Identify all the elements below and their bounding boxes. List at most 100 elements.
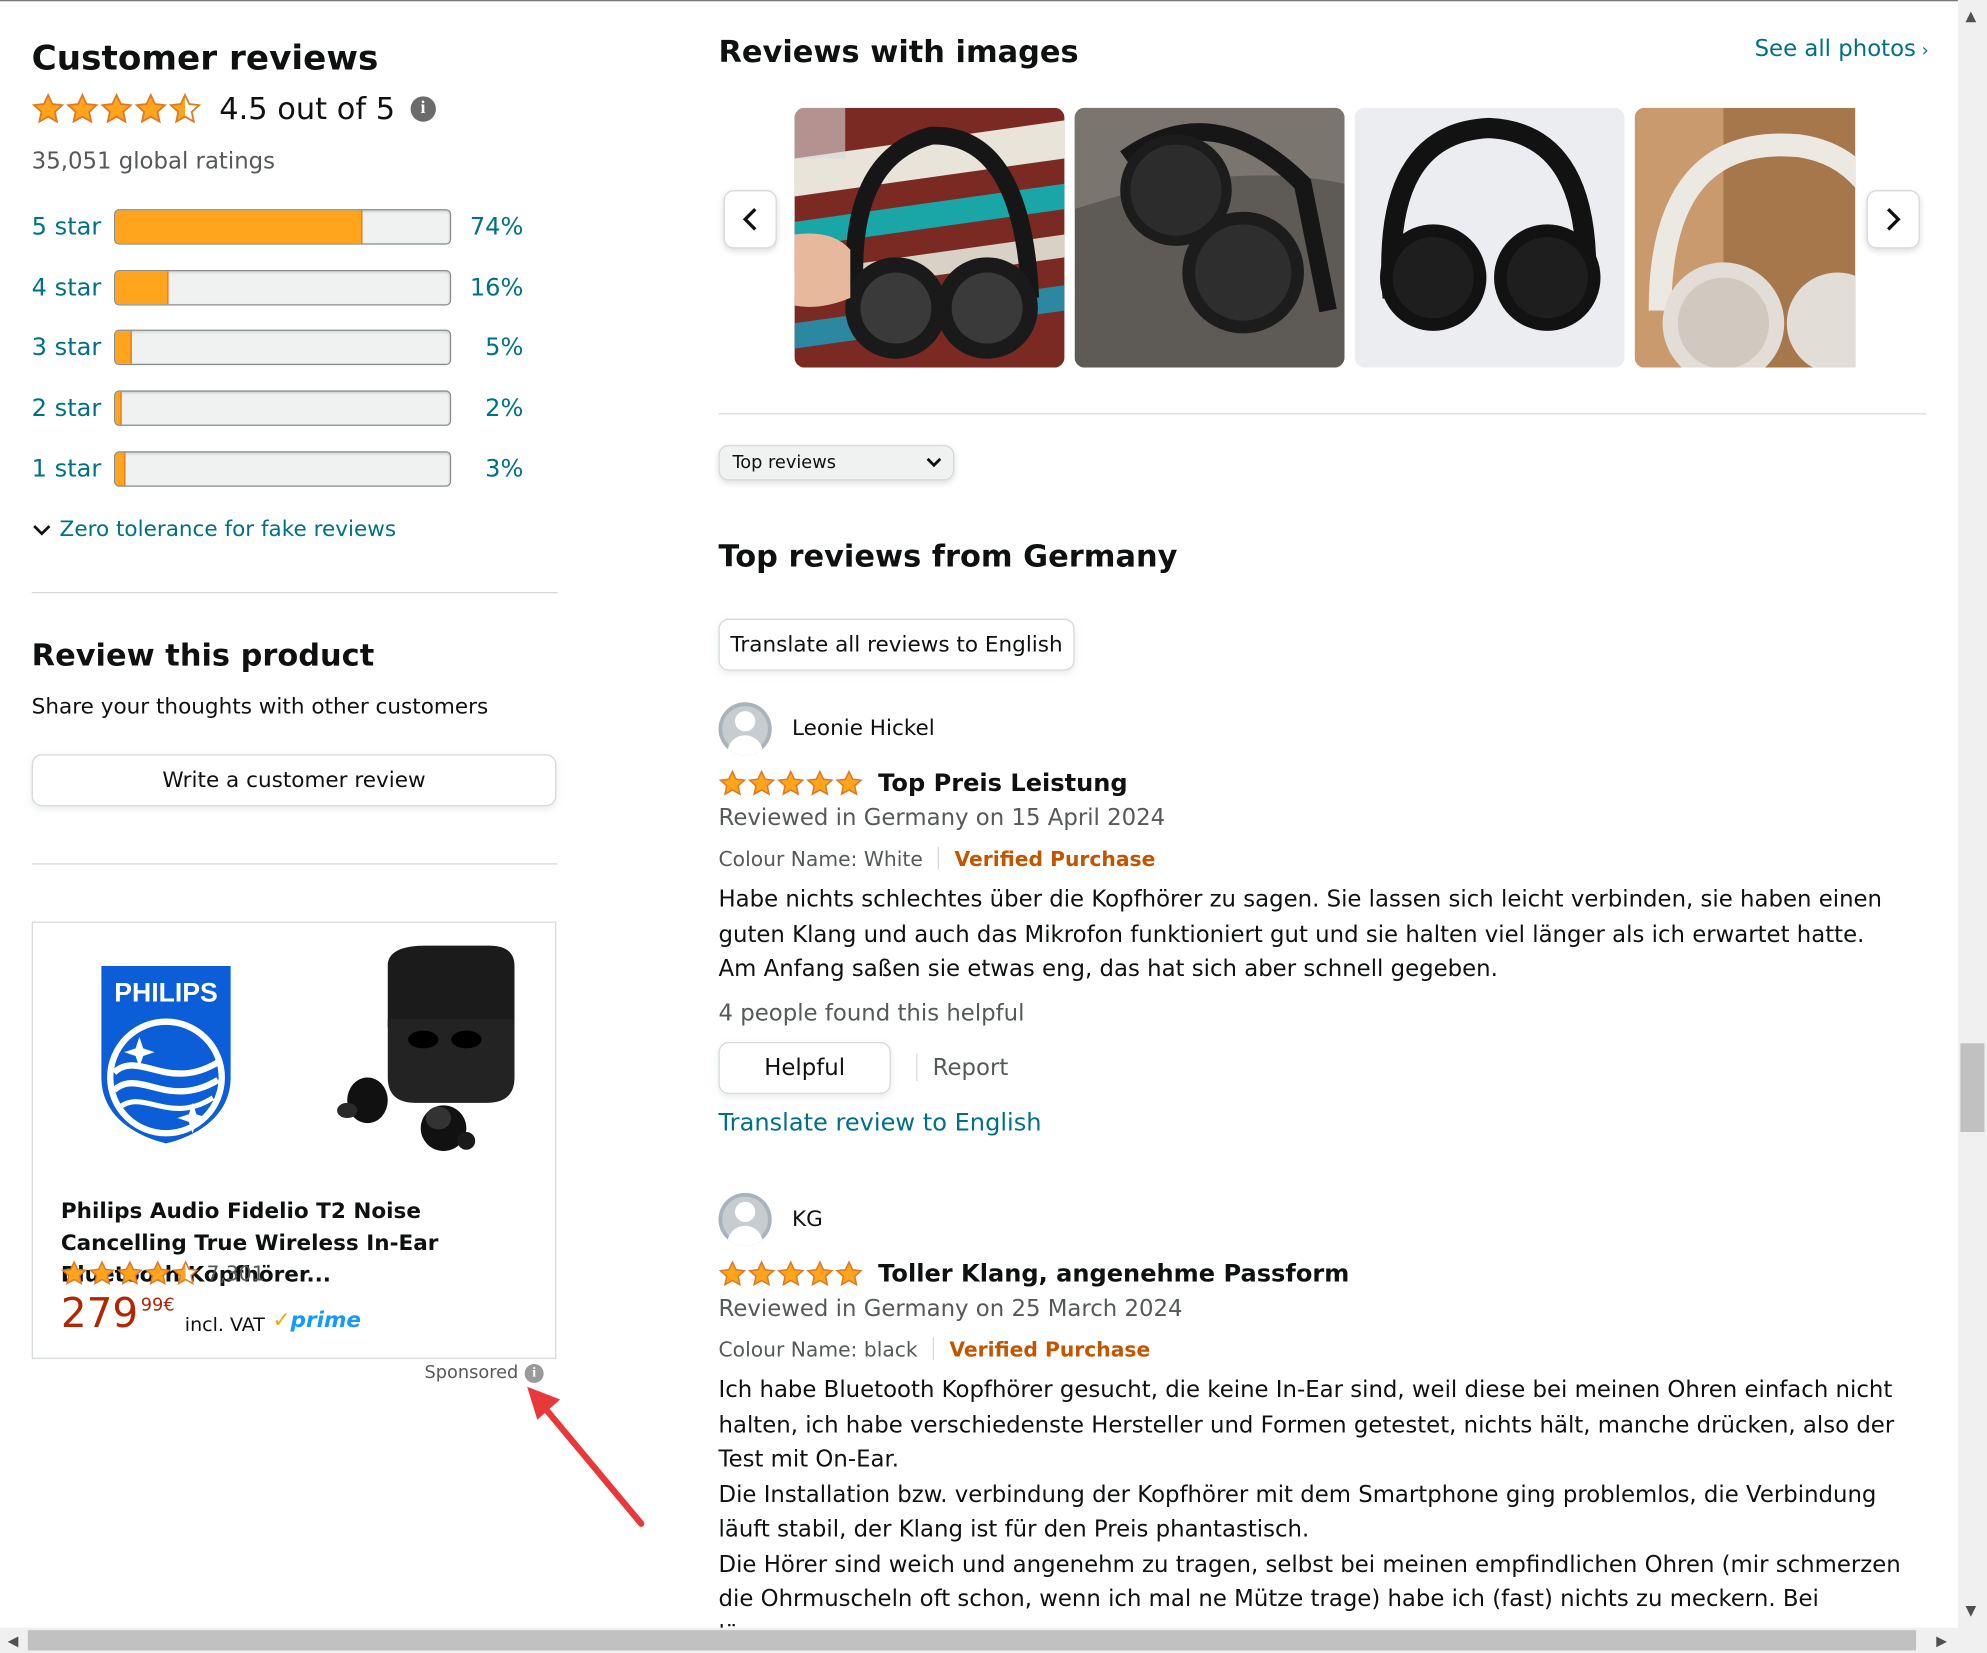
ad-rating-count[interactable]: 7,301	[207, 1261, 265, 1285]
review-image-thumbnail[interactable]	[1634, 107, 1856, 368]
histogram-row[interactable]: 5 star 74%	[32, 208, 539, 246]
star-icon	[66, 92, 99, 124]
histogram-percent[interactable]: 74%	[451, 213, 524, 241]
histogram-percent[interactable]: 5%	[451, 334, 523, 362]
star-icon	[116, 1260, 143, 1285]
average-rating-row[interactable]: 4.5 out of 5 i	[31, 89, 436, 130]
carousel-next-button[interactable]	[1866, 190, 1920, 249]
review-image-thumbnail[interactable]	[1074, 107, 1345, 368]
scroll-right-arrow-icon[interactable]: ▶	[1936, 1633, 1947, 1649]
histogram-bar[interactable]	[114, 269, 452, 306]
star-icon	[61, 1260, 88, 1285]
histogram-row[interactable]: 4 star 16%	[32, 268, 539, 306]
avatar[interactable]	[718, 702, 772, 756]
star-icon	[100, 92, 133, 124]
histogram-percent[interactable]: 3%	[451, 455, 523, 483]
chevron-down-icon	[33, 525, 51, 536]
review-stars-icon[interactable]	[718, 769, 863, 797]
translate-all-button[interactable]: Translate all reviews to English	[718, 618, 1075, 671]
histogram-bar[interactable]	[114, 209, 452, 245]
prime-badge: ✓prime	[272, 1308, 361, 1333]
see-all-photos-label[interactable]: See all photos	[1755, 35, 1916, 62]
review-paragraph: Habe nichts schlechtes über die Kopfhöre…	[718, 886, 1883, 948]
review-image-thumbnail[interactable]	[794, 107, 1065, 368]
see-all-photos-link[interactable]: See all photos ›	[1755, 35, 1929, 62]
verified-purchase-badge[interactable]: Verified Purchase	[949, 1337, 1150, 1361]
star-icon	[835, 1260, 863, 1287]
avatar[interactable]	[718, 1192, 772, 1247]
annotation-arrow-icon	[527, 1386, 645, 1527]
review-paragraph: Ich habe Bluetooth Kopfhörer gesucht, di…	[718, 1376, 1895, 1473]
star-icon	[747, 1260, 776, 1287]
histogram-bar[interactable]	[114, 390, 452, 427]
report-link[interactable]: Report	[933, 1054, 1009, 1081]
star-icon	[31, 92, 65, 124]
prime-check-icon: ✓	[272, 1308, 291, 1334]
histogram-star-label[interactable]: 1 star	[32, 455, 114, 483]
review-date: Reviewed in Germany on 25 March 2024	[718, 1295, 1183, 1323]
zero-tolerance-toggle[interactable]: Zero tolerance for fake reviews	[32, 517, 396, 543]
scroll-up-arrow-icon[interactable]: ▲	[1965, 8, 1976, 24]
vertical-scrollbar-thumb[interactable]	[1960, 1043, 1985, 1133]
ad-rating[interactable]: 7,301	[61, 1260, 265, 1287]
sponsored-ad-card[interactable]: PHILIPS Philips Audio Fidelio T2 Noise C…	[31, 921, 557, 1359]
histogram-row[interactable]: 3 star 5%	[32, 329, 539, 367]
reviews-with-images-heading: Reviews with images	[718, 34, 1079, 70]
scroll-down-arrow-icon[interactable]: ▼	[1965, 1602, 1976, 1618]
histogram-percent[interactable]: 16%	[451, 273, 524, 301]
product-earbuds-image[interactable]	[324, 938, 527, 1166]
histogram-star-label[interactable]: 4 star	[32, 273, 114, 301]
review-title[interactable]: Top Preis Leistung	[878, 769, 1127, 797]
review-paragraph: Am Anfang saßen sie etwas eng, das hat s…	[718, 955, 1498, 983]
review-variant[interactable]: Colour Name: black	[719, 1337, 918, 1361]
sort-selected-value: Top reviews	[732, 452, 836, 473]
histogram-bar[interactable]	[114, 451, 452, 487]
star-icon	[777, 769, 805, 796]
top-reviews-heading: Top reviews from Germany	[718, 538, 1178, 575]
review-images-carousel	[794, 107, 1856, 368]
star-icon	[718, 769, 747, 796]
meta-divider	[932, 1337, 935, 1361]
scroll-left-arrow-icon[interactable]: ◀	[8, 1633, 19, 1649]
info-icon[interactable]: i	[410, 96, 436, 122]
customer-reviews-heading: Customer reviews	[31, 39, 379, 79]
review-stars-icon[interactable]	[718, 1260, 863, 1288]
price-currency: €	[163, 1295, 175, 1316]
histogram-star-label[interactable]: 2 star	[32, 394, 114, 422]
histogram-bar-fill	[115, 270, 169, 304]
review-variant[interactable]: Colour Name: White	[719, 846, 923, 870]
review-date: Reviewed in Germany on 15 April 2024	[718, 804, 1166, 832]
histogram-bar[interactable]	[114, 330, 452, 366]
philips-logo[interactable]: PHILIPS	[96, 961, 235, 1145]
carousel-prev-button[interactable]	[723, 190, 777, 249]
philips-logo-text: PHILIPS	[114, 977, 217, 1007]
sort-dropdown[interactable]: Top reviews	[718, 444, 955, 481]
review-product-subtitle: Share your thoughts with other customers	[31, 694, 489, 721]
histogram-percent[interactable]: 2%	[451, 394, 523, 422]
histogram-row[interactable]: 2 star 2%	[32, 389, 539, 427]
histogram-star-label[interactable]: 5 star	[32, 213, 114, 241]
zero-tolerance-link[interactable]: Zero tolerance for fake reviews	[60, 517, 396, 542]
review-author[interactable]: Leonie Hickel	[792, 716, 935, 741]
window-top-border	[0, 0, 1987, 2]
chevron-right-icon	[1886, 207, 1901, 231]
review-product-heading: Review this product	[31, 637, 375, 674]
histogram-row[interactable]: 1 star 3%	[32, 450, 539, 488]
review-author[interactable]: KG	[792, 1207, 823, 1232]
price-fraction: 99€	[141, 1296, 175, 1316]
translate-review-link[interactable]: Translate review to English	[719, 1109, 1929, 1137]
review-title[interactable]: Toller Klang, angenehme Passform	[878, 1260, 1349, 1288]
chevron-right-icon: ›	[1915, 40, 1929, 61]
vertical-scrollbar[interactable]	[1957, 0, 1987, 1628]
verified-purchase-badge[interactable]: Verified Purchase	[954, 846, 1155, 870]
histogram-star-label[interactable]: 3 star	[32, 334, 114, 362]
star-icon	[88, 1260, 116, 1285]
star-icon	[134, 92, 168, 124]
average-rating-text: 4.5 out of 5	[219, 91, 396, 127]
star-icon	[835, 769, 863, 796]
horizontal-scrollbar-thumb[interactable]	[27, 1630, 1917, 1651]
review-image-thumbnail[interactable]	[1354, 107, 1625, 368]
sponsored-text: Sponsored	[424, 1362, 519, 1383]
helpful-button[interactable]: Helpful	[718, 1041, 891, 1094]
write-review-button[interactable]: Write a customer review	[31, 754, 557, 807]
